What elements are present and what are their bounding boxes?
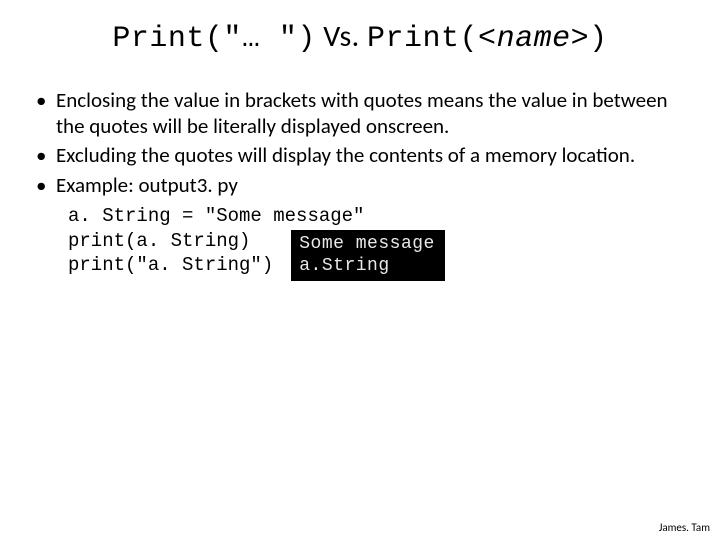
bullet-list: Enclosing the value in brackets with quo… bbox=[36, 88, 684, 198]
title-code-right-close: >) bbox=[571, 22, 608, 56]
bullet-item: Example: output3. py bbox=[36, 173, 684, 199]
terminal-line: a.String bbox=[299, 256, 389, 276]
title-code-left: Print("… ") bbox=[112, 22, 316, 56]
code-line: print("a. String") bbox=[68, 253, 273, 277]
bullet-item: Enclosing the value in brackets with quo… bbox=[36, 88, 684, 139]
code-row: print(a. String) print("a. String") Some… bbox=[68, 229, 684, 281]
body-content: Enclosing the value in brackets with quo… bbox=[36, 88, 684, 281]
terminal-output: Some message a.String bbox=[291, 230, 445, 281]
terminal-line: Some message bbox=[299, 234, 435, 254]
slide: Print("… ") Vs. Print(<name>) Enclosing … bbox=[0, 0, 720, 540]
code-example: a. String = "Some message" print(a. Stri… bbox=[68, 204, 684, 280]
code-line: print(a. String) bbox=[68, 229, 273, 253]
bullet-item: Excluding the quotes will display the co… bbox=[36, 143, 684, 169]
title-code-right-open: Print(< bbox=[367, 22, 497, 56]
title-name-italic: name bbox=[497, 22, 571, 56]
footer-author: James. Tam bbox=[659, 521, 710, 534]
slide-title: Print("… ") Vs. Print(<name>) bbox=[0, 18, 720, 56]
code-line: a. String = "Some message" bbox=[68, 204, 684, 228]
code-lines: print(a. String) print("a. String") bbox=[68, 229, 273, 278]
title-vs: Vs. bbox=[316, 18, 367, 55]
